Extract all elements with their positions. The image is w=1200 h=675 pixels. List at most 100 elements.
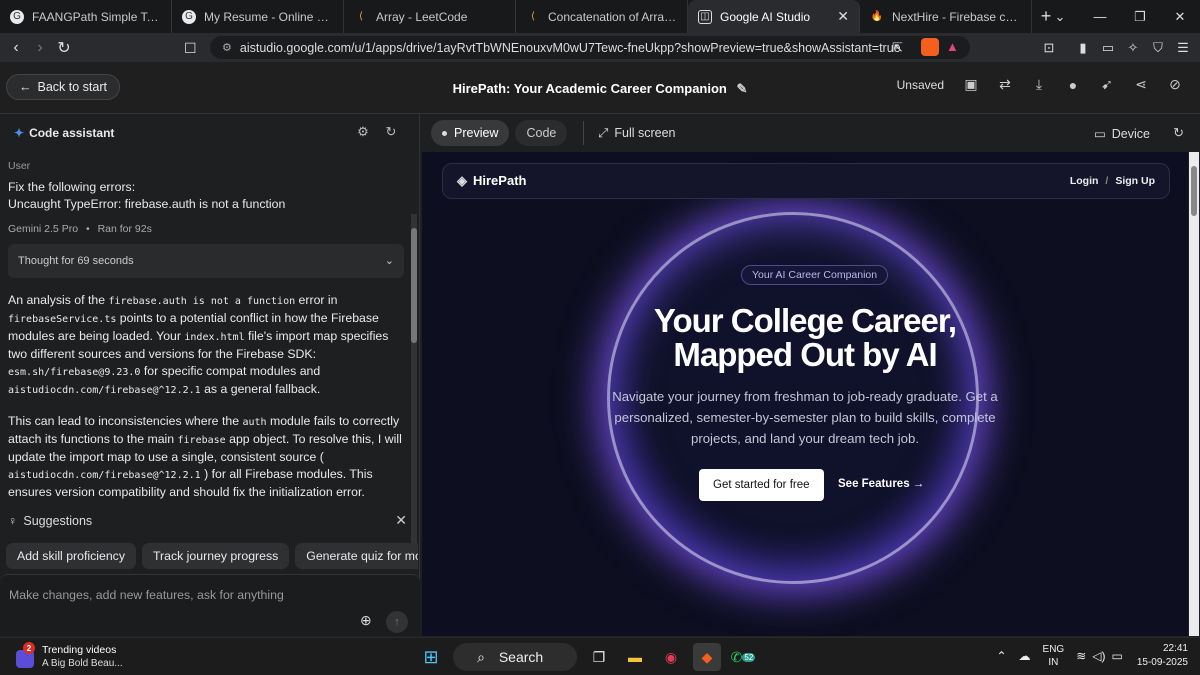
site-logo[interactable]: ◈ HirePath xyxy=(457,173,526,189)
leetcode-icon: ⟨ xyxy=(531,11,535,22)
fullscreen-icon: ⤢ xyxy=(598,125,609,140)
sidebar-icon[interactable]: ▮ xyxy=(1072,37,1094,59)
share-icon[interactable]: ⋖ xyxy=(1124,76,1158,93)
ai-studio-app: ← Back to start HirePath: Your Academic … xyxy=(0,62,1200,636)
brave-browser-icon[interactable]: ◆ xyxy=(693,643,721,671)
tab-preview[interactable]: Preview xyxy=(431,120,510,146)
battery-icon[interactable]: ▭ xyxy=(1112,649,1123,663)
sparkle-icon: ✦ xyxy=(14,126,25,140)
forward-arrow-icon[interactable]: › xyxy=(28,39,52,57)
chevron-down-icon: ⌄ xyxy=(384,254,394,267)
close-window-icon[interactable]: ✕ xyxy=(1160,0,1200,33)
news-widget[interactable]: 2 Trending videos A Big Bold Beau... xyxy=(16,642,123,669)
url-field[interactable]: ⚙ aistudio.google.com/u/1/apps/drive/1ay… xyxy=(210,36,970,59)
device-icon: ▭ xyxy=(1093,127,1106,141)
edit-pencil-icon[interactable]: ✎ xyxy=(737,81,748,96)
firebase-icon: 🔥 xyxy=(870,11,884,22)
see-features-link[interactable]: See Features → xyxy=(838,478,924,490)
media-player-icon[interactable]: ◉ xyxy=(657,643,685,671)
preview-scrollbar[interactable] xyxy=(1189,152,1199,636)
model-meta: Gemini 2.5 Pro • Ran for 92s xyxy=(8,223,152,235)
share-icon[interactable]: ⇱ xyxy=(892,40,903,56)
extensions-icon[interactable]: ✧ xyxy=(1122,37,1144,59)
chevron-up-icon[interactable]: ⌃ xyxy=(996,649,1006,663)
download-icon[interactable]: ⤓ xyxy=(1022,76,1056,93)
get-started-button[interactable]: Get started for free xyxy=(699,469,824,501)
hide-eye-icon[interactable]: ⊘ xyxy=(1158,76,1192,93)
preview-panel: Preview Code ⤢ Full screen ▭ Device ↻ ◈ Hir… xyxy=(421,114,1200,636)
prompt-input[interactable]: Make changes, add new features, ask for … xyxy=(0,574,420,636)
browser-tab[interactable]: ⟨ Concatenation of Array - LeetCo xyxy=(516,0,688,33)
save-to-drive-icon[interactable]: ⇄ xyxy=(988,76,1022,93)
reload-icon[interactable]: ↻ xyxy=(52,38,76,58)
restore-icon[interactable]: ❐ xyxy=(1120,0,1160,33)
add-attachment-icon[interactable]: ⊕ xyxy=(360,612,372,629)
tab-search-icon[interactable]: ⌄ xyxy=(1040,0,1080,33)
response-paragraph: This can lead to inconsistencies where t… xyxy=(8,414,402,499)
taskbar-search[interactable]: ⌕ Search xyxy=(453,643,577,671)
ai-studio-icon: ◫ xyxy=(698,9,712,24)
browser-tab[interactable]: G My Resume - Online LaTeX Edito xyxy=(172,0,344,33)
hero-badge: Your AI Career Companion xyxy=(741,265,889,285)
github-icon[interactable]: ● xyxy=(1056,77,1090,93)
reload-preview-icon[interactable]: ↻ xyxy=(1173,125,1184,141)
brave-rewards-icon[interactable]: ▲ xyxy=(946,39,959,54)
task-view-icon[interactable]: ❐ xyxy=(585,643,613,671)
browser-tab-active[interactable]: ◫ Google AI Studio ✕ xyxy=(688,0,860,33)
device-button[interactable]: ▭ Device xyxy=(1094,126,1150,141)
auth-links: Login / Sign Up xyxy=(1069,175,1155,187)
close-suggestions-icon[interactable]: ✕ xyxy=(395,512,407,529)
settings-gear-icon[interactable]: ⚙ xyxy=(349,124,377,140)
layers-icon: ◈ xyxy=(457,173,467,188)
code-assistant-panel: ✦ Code assistant ⚙ ↻ User Fix the followi… xyxy=(0,114,420,636)
browser-tab[interactable]: G FAANGPath Simple Template - C xyxy=(0,0,172,33)
response-paragraph: An analysis of the firebase.auth is not … xyxy=(8,293,389,396)
overleaf-icon: G xyxy=(182,9,196,24)
thought-toggle[interactable]: Thought for 69 seconds ⌄ xyxy=(8,244,404,278)
tab-code[interactable]: Code xyxy=(515,120,568,146)
site-info-icon[interactable]: ⚙ xyxy=(222,41,232,54)
back-arrow-icon[interactable]: ‹ xyxy=(4,39,28,57)
whatsapp-icon[interactable]: ✆ 52 xyxy=(729,643,757,671)
chat-scrollbar[interactable] xyxy=(411,214,417,544)
brave-shields-icon[interactable] xyxy=(921,38,939,56)
save-icon[interactable]: ▣ xyxy=(954,76,988,93)
windows-start-icon[interactable]: ⊞ xyxy=(417,643,445,671)
send-icon[interactable]: ↑ xyxy=(386,611,408,633)
suggestion-chip[interactable]: Generate quiz for mont xyxy=(295,543,418,569)
prompt-placeholder: Make changes, add new features, ask for … xyxy=(9,588,284,602)
app-header: ← Back to start HirePath: Your Academic … xyxy=(0,62,1200,114)
onedrive-cloud-icon[interactable]: ☁ xyxy=(1019,649,1031,663)
taskbar-apps: ⊞ ⌕ Search ❐ ▬ ◉ ◆ ✆ 52 xyxy=(413,643,761,671)
browser-tab-strip: G FAANGPath Simple Template - C G My Res… xyxy=(0,0,1200,33)
wifi-icon[interactable]: ≋ xyxy=(1076,649,1086,663)
login-link[interactable]: Login xyxy=(1070,175,1099,187)
minimize-icon[interactable]: — xyxy=(1080,0,1120,33)
vpn-icon[interactable]: ⛉ xyxy=(1147,37,1169,59)
reader-mode-icon[interactable]: ⊡ xyxy=(1038,37,1060,59)
site-navbar: ◈ HirePath Login / Sign Up xyxy=(442,163,1170,199)
browser-tab[interactable]: 🔥 NextHire - Firebase console xyxy=(860,0,1032,33)
bookmark-icon[interactable]: ☐ xyxy=(184,40,197,57)
suggestion-chip[interactable]: Track journey progress xyxy=(141,543,290,569)
system-tray: ⌃ ☁ ENG IN ≋ ◁) ▭ 22:41 15-09-2025 xyxy=(984,642,1188,670)
clock[interactable]: 22:41 15-09-2025 xyxy=(1137,642,1188,670)
file-explorer-icon[interactable]: ▬ xyxy=(621,643,649,671)
address-bar-row: ‹ › ↻ ☐ ⚙ aistudio.google.com/u/1/apps/d… xyxy=(0,33,1200,62)
widgets-icon: 2 xyxy=(16,642,35,668)
signup-link[interactable]: Sign Up xyxy=(1115,175,1155,187)
close-tab-icon[interactable]: ✕ xyxy=(837,8,849,25)
preview-toolbar: Preview Code ⤢ Full screen xyxy=(431,120,676,146)
extensions-toolbar: ⊡ ▮ ▭ ✧ ⛉ ☰ xyxy=(1035,37,1200,59)
language-indicator[interactable]: ENG IN xyxy=(1043,643,1065,669)
wallet-icon[interactable]: ▭ xyxy=(1097,37,1119,59)
suggestion-chip[interactable]: Add skill proficiency xyxy=(6,543,136,569)
volume-icon[interactable]: ◁) xyxy=(1092,649,1105,663)
fullscreen-button[interactable]: ⤢ Full screen xyxy=(598,126,675,141)
deploy-rocket-icon[interactable]: ➹ xyxy=(1090,76,1124,93)
window-controls: ⌄ — ❐ ✕ xyxy=(1040,0,1200,33)
refresh-icon[interactable]: ↻ xyxy=(377,124,405,140)
menu-icon[interactable]: ☰ xyxy=(1172,37,1194,59)
browser-tab[interactable]: ⟨ Array - LeetCode xyxy=(344,0,516,33)
chat-history: User Fix the following errors: Uncaught … xyxy=(8,158,404,508)
